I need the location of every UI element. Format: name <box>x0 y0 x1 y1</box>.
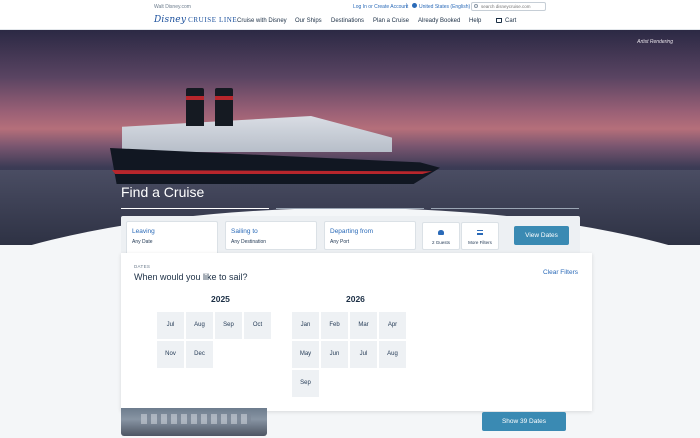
month-button[interactable]: Aug <box>379 341 406 368</box>
utility-bar: Walt Disney.com Log In or Create Account… <box>0 0 700 14</box>
month-button[interactable]: Jul <box>157 312 184 339</box>
disney-cruise-line-logo[interactable]: Disney CRUISE LINE <box>154 15 237 25</box>
departing-from-filter[interactable]: Departing from Any Port <box>324 221 416 250</box>
funnel-band <box>215 96 233 100</box>
main-nav: Disney CRUISE LINE Cruise with Disney Our… <box>0 14 700 30</box>
month-button[interactable]: May <box>292 341 319 368</box>
logo-cruise-line-text: CRUISE LINE <box>188 16 238 24</box>
region-selector[interactable]: United States (English) <box>419 4 470 10</box>
search-icon <box>474 4 478 8</box>
leaving-label: Leaving <box>132 228 155 235</box>
year-heading: 2025 <box>211 294 230 304</box>
wdw-link[interactable]: Walt Disney.com <box>154 4 191 10</box>
month-button[interactable]: Feb <box>321 312 348 339</box>
leaving-value: Any Date <box>132 239 153 245</box>
month-button[interactable]: Sep <box>292 370 319 397</box>
nav-help[interactable]: Help <box>469 18 481 24</box>
year-heading: 2026 <box>346 294 365 304</box>
sailing-to-filter[interactable]: Sailing to Any Destination <box>225 221 317 250</box>
departing-from-label: Departing from <box>330 228 373 235</box>
month-button[interactable]: Mar <box>350 312 377 339</box>
month-button[interactable]: Jul <box>350 341 377 368</box>
logo-disney-text: Disney <box>154 15 187 25</box>
page-title: Find a Cruise <box>121 184 205 200</box>
filters-icon <box>477 230 483 235</box>
departing-from-value: Any Port <box>330 239 350 245</box>
guests-button[interactable]: 2 Guests <box>422 222 460 250</box>
ship-funnel <box>186 88 204 126</box>
month-button[interactable]: Sep <box>215 312 242 339</box>
nav-already-booked[interactable]: Already Booked <box>418 18 460 24</box>
ship-funnel <box>215 88 233 126</box>
month-button[interactable]: Dec <box>186 341 213 368</box>
guests-label: 2 Guests <box>431 240 450 245</box>
nav-our-ships[interactable]: Our Ships <box>295 18 322 24</box>
dates-caption: DATES <box>134 264 151 269</box>
ship-hull <box>110 148 440 184</box>
leaving-filter[interactable]: Leaving Any Date <box>126 221 218 255</box>
month-button[interactable]: Oct <box>244 312 271 339</box>
filter-bar: Leaving Any Date Sailing to Any Destinat… <box>121 216 580 255</box>
login-link[interactable]: Log In or Create Account <box>353 4 408 10</box>
artist-rendering-note: Artist Rendering <box>637 39 673 45</box>
cruise-card-image[interactable] <box>121 408 267 436</box>
carousel-progress[interactable] <box>431 208 579 209</box>
show-dates-button[interactable]: Show 39 Dates <box>482 412 566 431</box>
cart-icon[interactable] <box>496 18 502 23</box>
more-filters-button[interactable]: More Filters <box>461 222 499 250</box>
search-input[interactable] <box>471 2 546 11</box>
month-button[interactable]: Aug <box>186 312 213 339</box>
view-dates-button[interactable]: View Dates <box>514 226 569 245</box>
hero-banner: Artist Rendering <box>0 30 700 245</box>
more-filters-label: More Filters <box>468 240 492 245</box>
month-button[interactable]: Jan <box>292 312 319 339</box>
sailing-to-label: Sailing to <box>231 228 258 235</box>
guests-icon <box>438 230 444 235</box>
nav-cruise-with-disney[interactable]: Cruise with Disney <box>237 18 287 24</box>
globe-icon <box>412 3 417 8</box>
funnel-band <box>186 96 204 100</box>
month-button[interactable]: Jun <box>321 341 348 368</box>
nav-plan-a-cruise[interactable]: Plan a Cruise <box>373 18 409 24</box>
carousel-progress[interactable] <box>276 208 424 209</box>
sailing-to-value: Any Destination <box>231 239 267 245</box>
utility-separator: | <box>406 3 408 9</box>
ship-superstructure <box>122 116 392 152</box>
nav-cart[interactable]: Cart <box>505 18 516 24</box>
month-button[interactable]: Nov <box>157 341 184 368</box>
month-button[interactable]: Apr <box>379 312 406 339</box>
carousel-progress-active[interactable] <box>121 208 269 209</box>
dates-panel: DATES When would you like to sail? Clear… <box>121 253 592 411</box>
dates-title: When would you like to sail? <box>134 272 248 282</box>
nav-destinations[interactable]: Destinations <box>331 18 364 24</box>
clear-filters-link[interactable]: Clear Filters <box>543 269 578 276</box>
